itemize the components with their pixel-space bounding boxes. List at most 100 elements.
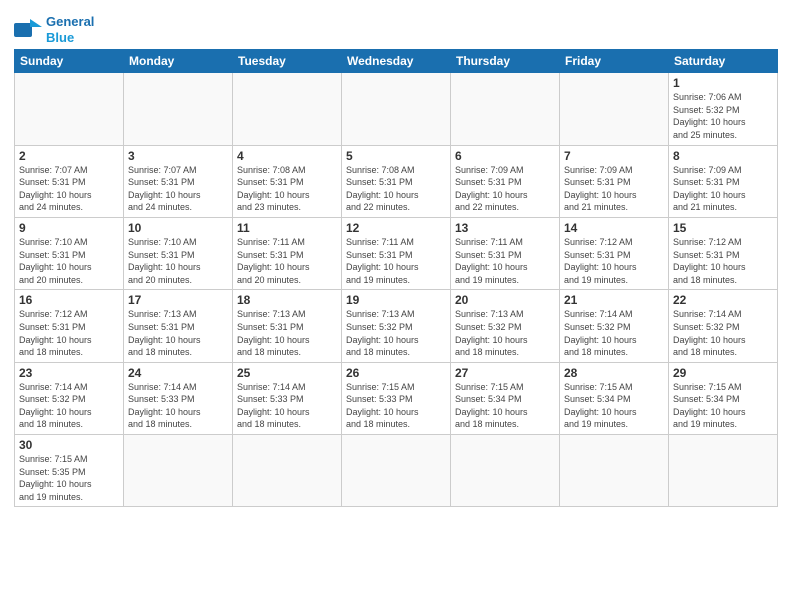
calendar-cell: 17Sunrise: 7:13 AM Sunset: 5:31 PM Dayli… xyxy=(124,290,233,362)
calendar-cell: 18Sunrise: 7:13 AM Sunset: 5:31 PM Dayli… xyxy=(233,290,342,362)
weekday-header-thursday: Thursday xyxy=(451,50,560,73)
day-number: 27 xyxy=(455,366,555,380)
day-number: 9 xyxy=(19,221,119,235)
day-info: Sunrise: 7:06 AM Sunset: 5:32 PM Dayligh… xyxy=(673,91,773,141)
day-info: Sunrise: 7:10 AM Sunset: 5:31 PM Dayligh… xyxy=(128,236,228,286)
day-info: Sunrise: 7:10 AM Sunset: 5:31 PM Dayligh… xyxy=(19,236,119,286)
day-info: Sunrise: 7:15 AM Sunset: 5:33 PM Dayligh… xyxy=(346,381,446,431)
day-info: Sunrise: 7:11 AM Sunset: 5:31 PM Dayligh… xyxy=(237,236,337,286)
day-info: Sunrise: 7:15 AM Sunset: 5:34 PM Dayligh… xyxy=(673,381,773,431)
day-info: Sunrise: 7:14 AM Sunset: 5:32 PM Dayligh… xyxy=(564,308,664,358)
day-info: Sunrise: 7:09 AM Sunset: 5:31 PM Dayligh… xyxy=(673,164,773,214)
calendar-cell: 8Sunrise: 7:09 AM Sunset: 5:31 PM Daylig… xyxy=(669,145,778,217)
day-info: Sunrise: 7:14 AM Sunset: 5:33 PM Dayligh… xyxy=(237,381,337,431)
calendar-cell xyxy=(342,435,451,507)
day-number: 19 xyxy=(346,293,446,307)
weekday-header-wednesday: Wednesday xyxy=(342,50,451,73)
page-header: General Blue xyxy=(14,10,778,45)
calendar-cell xyxy=(124,435,233,507)
calendar-cell: 19Sunrise: 7:13 AM Sunset: 5:32 PM Dayli… xyxy=(342,290,451,362)
day-number: 1 xyxy=(673,76,773,90)
calendar-cell xyxy=(451,73,560,145)
day-number: 25 xyxy=(237,366,337,380)
day-info: Sunrise: 7:15 AM Sunset: 5:34 PM Dayligh… xyxy=(564,381,664,431)
day-info: Sunrise: 7:12 AM Sunset: 5:31 PM Dayligh… xyxy=(19,308,119,358)
day-info: Sunrise: 7:07 AM Sunset: 5:31 PM Dayligh… xyxy=(128,164,228,214)
day-number: 3 xyxy=(128,149,228,163)
day-number: 30 xyxy=(19,438,119,452)
day-number: 4 xyxy=(237,149,337,163)
calendar-cell: 11Sunrise: 7:11 AM Sunset: 5:31 PM Dayli… xyxy=(233,217,342,289)
day-info: Sunrise: 7:13 AM Sunset: 5:32 PM Dayligh… xyxy=(455,308,555,358)
day-number: 10 xyxy=(128,221,228,235)
calendar-cell: 7Sunrise: 7:09 AM Sunset: 5:31 PM Daylig… xyxy=(560,145,669,217)
calendar-cell: 24Sunrise: 7:14 AM Sunset: 5:33 PM Dayli… xyxy=(124,362,233,434)
weekday-header-saturday: Saturday xyxy=(669,50,778,73)
day-info: Sunrise: 7:14 AM Sunset: 5:32 PM Dayligh… xyxy=(19,381,119,431)
day-number: 21 xyxy=(564,293,664,307)
weekday-header-monday: Monday xyxy=(124,50,233,73)
calendar-cell: 28Sunrise: 7:15 AM Sunset: 5:34 PM Dayli… xyxy=(560,362,669,434)
weekday-header-sunday: Sunday xyxy=(15,50,124,73)
calendar-cell: 14Sunrise: 7:12 AM Sunset: 5:31 PM Dayli… xyxy=(560,217,669,289)
generalblue-logo-icon xyxy=(14,19,42,41)
calendar-cell: 15Sunrise: 7:12 AM Sunset: 5:31 PM Dayli… xyxy=(669,217,778,289)
calendar-week-row: 1Sunrise: 7:06 AM Sunset: 5:32 PM Daylig… xyxy=(15,73,778,145)
calendar-cell: 3Sunrise: 7:07 AM Sunset: 5:31 PM Daylig… xyxy=(124,145,233,217)
day-number: 7 xyxy=(564,149,664,163)
day-number: 20 xyxy=(455,293,555,307)
calendar-cell: 20Sunrise: 7:13 AM Sunset: 5:32 PM Dayli… xyxy=(451,290,560,362)
calendar-cell xyxy=(669,435,778,507)
weekday-header-tuesday: Tuesday xyxy=(233,50,342,73)
calendar-week-row: 2Sunrise: 7:07 AM Sunset: 5:31 PM Daylig… xyxy=(15,145,778,217)
calendar-week-row: 16Sunrise: 7:12 AM Sunset: 5:31 PM Dayli… xyxy=(15,290,778,362)
day-number: 14 xyxy=(564,221,664,235)
calendar-cell xyxy=(560,435,669,507)
day-number: 29 xyxy=(673,366,773,380)
day-info: Sunrise: 7:14 AM Sunset: 5:32 PM Dayligh… xyxy=(673,308,773,358)
calendar-cell: 16Sunrise: 7:12 AM Sunset: 5:31 PM Dayli… xyxy=(15,290,124,362)
calendar-cell: 21Sunrise: 7:14 AM Sunset: 5:32 PM Dayli… xyxy=(560,290,669,362)
calendar-cell: 25Sunrise: 7:14 AM Sunset: 5:33 PM Dayli… xyxy=(233,362,342,434)
calendar-cell: 6Sunrise: 7:09 AM Sunset: 5:31 PM Daylig… xyxy=(451,145,560,217)
day-info: Sunrise: 7:12 AM Sunset: 5:31 PM Dayligh… xyxy=(673,236,773,286)
calendar-cell: 29Sunrise: 7:15 AM Sunset: 5:34 PM Dayli… xyxy=(669,362,778,434)
calendar-cell: 12Sunrise: 7:11 AM Sunset: 5:31 PM Dayli… xyxy=(342,217,451,289)
calendar-week-row: 30Sunrise: 7:15 AM Sunset: 5:35 PM Dayli… xyxy=(15,435,778,507)
weekday-header-row: SundayMondayTuesdayWednesdayThursdayFrid… xyxy=(15,50,778,73)
calendar-cell: 22Sunrise: 7:14 AM Sunset: 5:32 PM Dayli… xyxy=(669,290,778,362)
calendar-page: General Blue SundayMondayTuesdayWednesda… xyxy=(0,0,792,612)
day-info: Sunrise: 7:13 AM Sunset: 5:31 PM Dayligh… xyxy=(128,308,228,358)
day-info: Sunrise: 7:14 AM Sunset: 5:33 PM Dayligh… xyxy=(128,381,228,431)
calendar-cell: 4Sunrise: 7:08 AM Sunset: 5:31 PM Daylig… xyxy=(233,145,342,217)
day-number: 17 xyxy=(128,293,228,307)
day-number: 5 xyxy=(346,149,446,163)
day-info: Sunrise: 7:13 AM Sunset: 5:32 PM Dayligh… xyxy=(346,308,446,358)
day-number: 22 xyxy=(673,293,773,307)
weekday-header-friday: Friday xyxy=(560,50,669,73)
day-number: 11 xyxy=(237,221,337,235)
calendar-table: SundayMondayTuesdayWednesdayThursdayFrid… xyxy=(14,49,778,507)
calendar-cell xyxy=(342,73,451,145)
calendar-cell: 27Sunrise: 7:15 AM Sunset: 5:34 PM Dayli… xyxy=(451,362,560,434)
day-info: Sunrise: 7:07 AM Sunset: 5:31 PM Dayligh… xyxy=(19,164,119,214)
day-info: Sunrise: 7:13 AM Sunset: 5:31 PM Dayligh… xyxy=(237,308,337,358)
day-info: Sunrise: 7:11 AM Sunset: 5:31 PM Dayligh… xyxy=(455,236,555,286)
day-number: 16 xyxy=(19,293,119,307)
calendar-cell xyxy=(233,435,342,507)
day-number: 23 xyxy=(19,366,119,380)
logo: General Blue xyxy=(14,14,94,45)
day-info: Sunrise: 7:09 AM Sunset: 5:31 PM Dayligh… xyxy=(455,164,555,214)
day-info: Sunrise: 7:15 AM Sunset: 5:34 PM Dayligh… xyxy=(455,381,555,431)
calendar-week-row: 9Sunrise: 7:10 AM Sunset: 5:31 PM Daylig… xyxy=(15,217,778,289)
day-info: Sunrise: 7:11 AM Sunset: 5:31 PM Dayligh… xyxy=(346,236,446,286)
day-info: Sunrise: 7:12 AM Sunset: 5:31 PM Dayligh… xyxy=(564,236,664,286)
calendar-cell xyxy=(233,73,342,145)
calendar-cell: 1Sunrise: 7:06 AM Sunset: 5:32 PM Daylig… xyxy=(669,73,778,145)
calendar-week-row: 23Sunrise: 7:14 AM Sunset: 5:32 PM Dayli… xyxy=(15,362,778,434)
day-number: 12 xyxy=(346,221,446,235)
day-number: 6 xyxy=(455,149,555,163)
day-number: 8 xyxy=(673,149,773,163)
calendar-cell: 2Sunrise: 7:07 AM Sunset: 5:31 PM Daylig… xyxy=(15,145,124,217)
day-number: 2 xyxy=(19,149,119,163)
